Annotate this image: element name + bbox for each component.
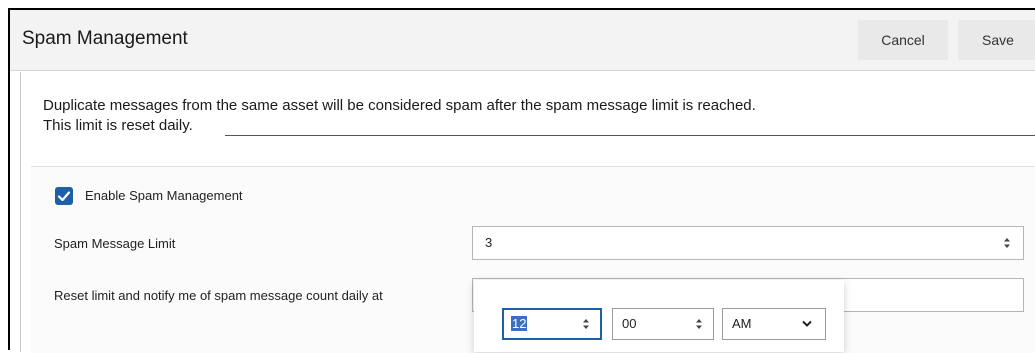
spam-limit-value: 3 [485,235,493,250]
dialog-header: Spam Management Cancel Save [10,10,1035,71]
reset-time-label: Reset limit and notify me of spam messag… [54,288,383,303]
stepper-arrows-icon[interactable] [582,310,590,350]
save-button[interactable]: Save [958,20,1035,60]
page-title: Spam Management [22,28,188,49]
minutes-stepper[interactable]: 00 [612,308,714,340]
stepper-arrows-icon[interactable] [695,309,703,352]
spam-limit-input[interactable]: 3 [472,226,1024,260]
hours-value: 12 [511,316,528,331]
dialog-frame: Spam Management Cancel Save Duplicate me… [8,8,1035,353]
enable-spam-label: Enable Spam Management [85,188,243,203]
hours-stepper[interactable]: 12 [502,308,602,340]
stepper-arrows-icon[interactable] [1003,227,1011,272]
spam-limit-label: Spam Message Limit [54,236,176,251]
settings-panel: Duplicate messages from the same asset w… [20,72,1035,353]
check-icon [57,191,71,202]
description-line-1: Duplicate messages from the same asset w… [43,97,756,114]
time-picker-popup: 12 00 AM [474,280,844,352]
cancel-button[interactable]: Cancel [858,20,948,60]
enable-spam-checkbox[interactable] [55,187,73,205]
chevron-down-icon[interactable] [801,309,813,350]
description-line-2: This limit is reset daily. [43,117,193,134]
description: Duplicate messages from the same asset w… [43,96,756,136]
ampm-select[interactable]: AM [722,308,826,340]
ampm-value: AM [732,316,752,331]
minutes-value: 00 [622,316,637,331]
divider [225,135,1035,136]
